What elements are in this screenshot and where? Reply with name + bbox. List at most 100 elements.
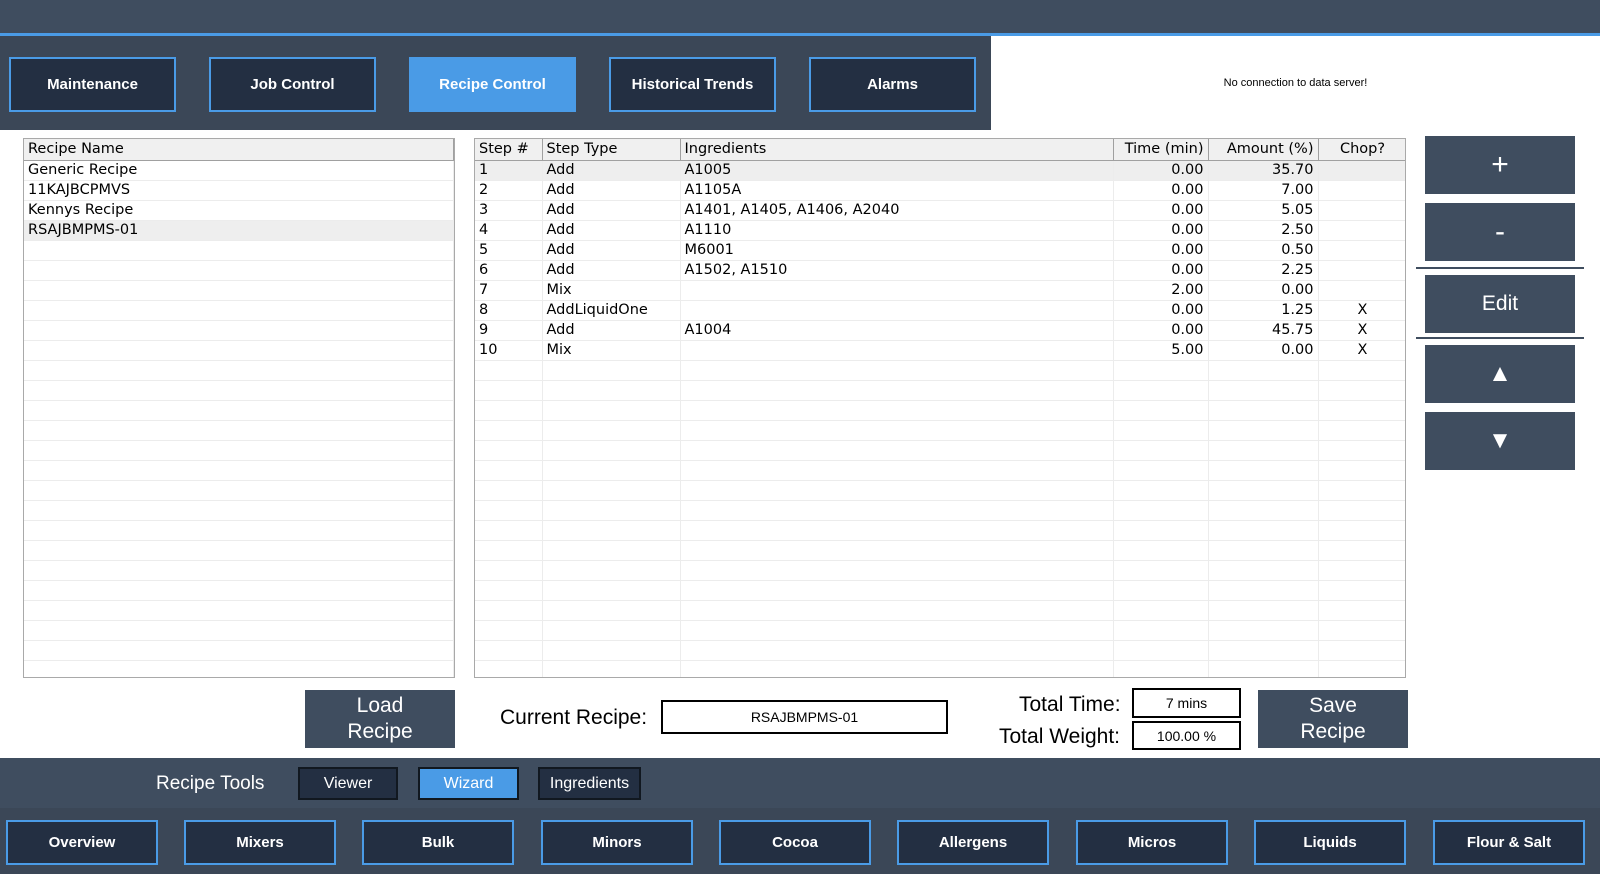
step-time: 5.00	[1113, 340, 1209, 361]
empty-row	[475, 620, 1405, 641]
table-row[interactable]: 4 Add A1110 0.00 2.50	[475, 220, 1405, 241]
recipe-name-column-header[interactable]: Recipe Name	[24, 139, 454, 161]
step-type: AddLiquidOne	[542, 300, 681, 321]
current-recipe-label: Current Recipe:	[500, 706, 648, 729]
empty-row	[24, 400, 454, 421]
minus-icon: -	[1495, 215, 1505, 248]
step-chop: X	[1318, 300, 1405, 321]
empty-row	[475, 560, 1405, 581]
step-chop	[1318, 280, 1405, 301]
step-amount: 35.70	[1208, 160, 1319, 181]
empty-row	[475, 440, 1405, 461]
step-chop	[1318, 220, 1405, 241]
chop-column-header[interactable]: Chop?	[1318, 139, 1405, 161]
recipe-steps-table[interactable]: Step # Step Type Ingredients Time (min) …	[474, 138, 1406, 678]
step-chop	[1318, 180, 1405, 201]
list-item[interactable]: Generic Recipe	[24, 160, 454, 181]
step-ingredients	[680, 300, 1114, 321]
table-row[interactable]: 7 Mix 2.00 0.00	[475, 280, 1405, 301]
step-chop	[1318, 260, 1405, 281]
table-row[interactable]: 2 Add A1105A 0.00 7.00	[475, 180, 1405, 201]
table-row[interactable]: 10 Mix 5.00 0.00 X	[475, 340, 1405, 361]
ingredients-button[interactable]: Ingredients	[538, 767, 641, 800]
table-row[interactable]: 9 Add A1004 0.00 45.75 X	[475, 320, 1405, 341]
viewer-button[interactable]: Viewer	[298, 767, 398, 800]
list-item[interactable]: Kennys Recipe	[24, 200, 454, 221]
tab-recipe-control[interactable]: Recipe Control	[409, 57, 576, 112]
nav-liquids-button[interactable]: Liquids	[1254, 820, 1406, 865]
current-recipe-field[interactable]: RSAJBMPMS-01	[661, 700, 948, 734]
step-ingredients	[680, 280, 1114, 301]
step-ingredients: A1105A	[680, 180, 1114, 201]
nav-bulk-button[interactable]: Bulk	[362, 820, 514, 865]
recipe-name[interactable]: RSAJBMPMS-01	[24, 220, 454, 241]
step-number: 4	[475, 220, 543, 241]
tab-historical-trends[interactable]: Historical Trends	[609, 57, 776, 112]
step-time: 0.00	[1113, 180, 1209, 201]
remove-step-button[interactable]: -	[1425, 203, 1575, 261]
time-column-header[interactable]: Time (min)	[1113, 139, 1209, 161]
empty-row	[475, 360, 1405, 381]
table-row[interactable]: 3 Add A1401, A1405, A1406, A2040 0.00 5.…	[475, 200, 1405, 221]
empty-row	[24, 300, 454, 321]
nav-overview-button[interactable]: Overview	[6, 820, 158, 865]
table-row[interactable]: 6 Add A1502, A1510 0.00 2.25	[475, 260, 1405, 281]
step-type: Add	[542, 180, 681, 201]
step-ingredients: A1502, A1510	[680, 260, 1114, 281]
nav-micros-button[interactable]: Micros	[1076, 820, 1228, 865]
move-step-up-button[interactable]: ▲	[1425, 345, 1575, 403]
step-time: 0.00	[1113, 300, 1209, 321]
edit-step-button[interactable]: Edit	[1425, 275, 1575, 333]
table-row[interactable]: 5 Add M6001 0.00 0.50	[475, 240, 1405, 261]
step-type: Add	[542, 240, 681, 261]
recipe-name[interactable]: 11KAJBCPMVS	[24, 180, 454, 201]
step-type-column-header[interactable]: Step Type	[542, 139, 681, 161]
step-type: Mix	[542, 340, 681, 361]
empty-row	[475, 480, 1405, 501]
move-step-down-button[interactable]: ▼	[1425, 412, 1575, 470]
tab-maintenance[interactable]: Maintenance	[9, 57, 176, 112]
step-amount: 1.25	[1208, 300, 1319, 321]
plus-icon: +	[1491, 148, 1509, 181]
save-recipe-button[interactable]: Save Recipe	[1258, 690, 1408, 748]
nav-allergens-button[interactable]: Allergens	[897, 820, 1049, 865]
step-amount: 0.50	[1208, 240, 1319, 261]
nav-cocoa-button[interactable]: Cocoa	[719, 820, 871, 865]
step-amount: 0.00	[1208, 340, 1319, 361]
step-ingredients: A1401, A1405, A1406, A2040	[680, 200, 1114, 221]
total-time-field: 7 mins	[1132, 688, 1241, 718]
arrow-down-icon: ▼	[1488, 427, 1512, 454]
step-number: 6	[475, 260, 543, 281]
step-ingredients: M6001	[680, 240, 1114, 261]
empty-row	[24, 520, 454, 541]
table-row[interactable]: 8 AddLiquidOne 0.00 1.25 X	[475, 300, 1405, 321]
empty-row	[24, 560, 454, 581]
recipe-list[interactable]: Recipe Name Generic Recipe 11KAJBCPMVS K…	[23, 138, 455, 678]
recipe-name[interactable]: Kennys Recipe	[24, 200, 454, 221]
empty-row	[475, 540, 1405, 561]
add-step-button[interactable]: +	[1425, 136, 1575, 194]
arrow-up-icon: ▲	[1488, 360, 1512, 387]
empty-row	[24, 440, 454, 461]
amount-column-header[interactable]: Amount (%)	[1208, 139, 1319, 161]
tab-alarms[interactable]: Alarms	[809, 57, 976, 112]
empty-row	[475, 400, 1405, 421]
ingredients-column-header[interactable]: Ingredients	[680, 139, 1114, 161]
nav-flour-salt-button[interactable]: Flour & Salt	[1433, 820, 1585, 865]
server-status-message: No connection to data server!	[1223, 77, 1368, 89]
step-number-column-header[interactable]: Step #	[475, 139, 543, 161]
wizard-button[interactable]: Wizard	[418, 767, 519, 800]
step-number: 3	[475, 200, 543, 221]
step-number: 2	[475, 180, 543, 201]
nav-minors-button[interactable]: Minors	[541, 820, 693, 865]
list-item[interactable]: 11KAJBCPMVS	[24, 180, 454, 201]
step-number: 9	[475, 320, 543, 341]
table-row[interactable]: 1 Add A1005 0.00 35.70	[475, 160, 1405, 181]
nav-mixers-button[interactable]: Mixers	[184, 820, 336, 865]
tab-job-control[interactable]: Job Control	[209, 57, 376, 112]
empty-row	[24, 500, 454, 521]
recipe-name[interactable]: Generic Recipe	[24, 160, 454, 181]
empty-row	[475, 460, 1405, 481]
list-item-selected[interactable]: RSAJBMPMS-01	[24, 220, 454, 241]
load-recipe-button[interactable]: Load Recipe	[305, 690, 455, 748]
